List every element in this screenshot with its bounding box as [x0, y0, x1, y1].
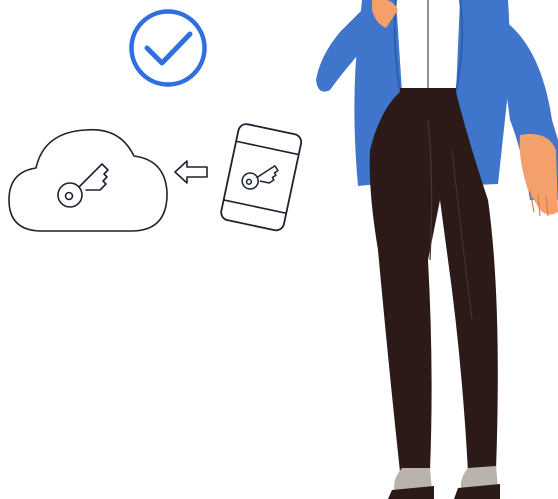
person-figure [316, 0, 558, 499]
security-illustration [0, 0, 558, 499]
